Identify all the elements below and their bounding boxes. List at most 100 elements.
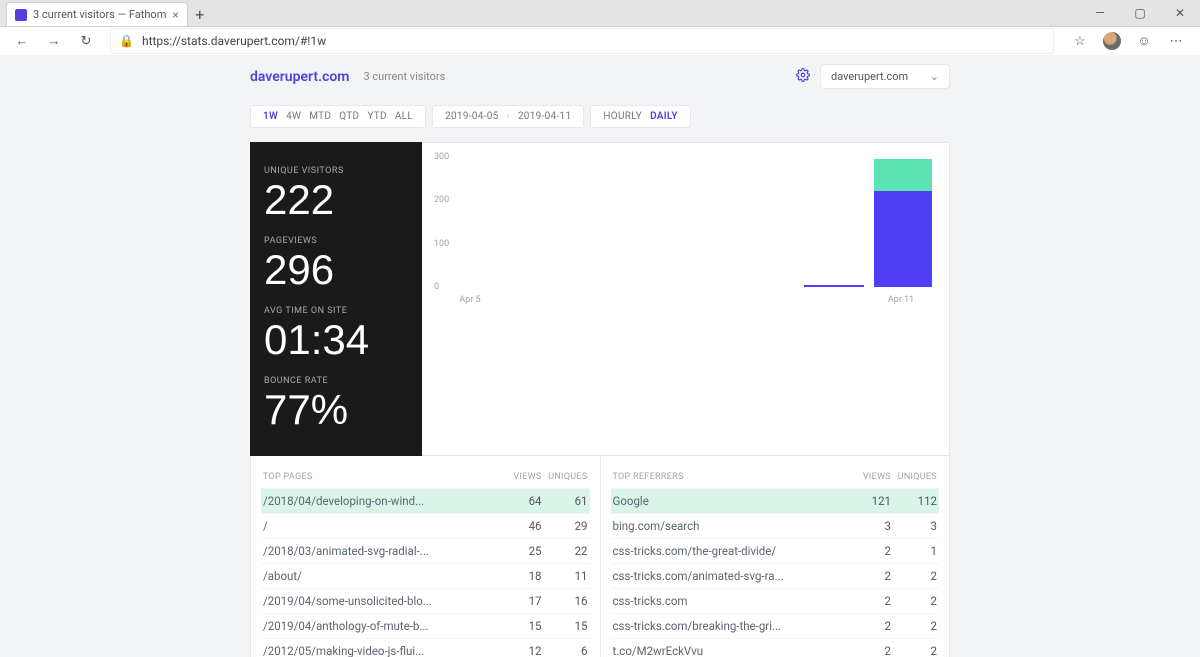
avg-time-value: 01:34 [264,318,408,362]
range-1w[interactable]: 1W [259,110,282,123]
top-referrers-table: TOP REFERRERS VIEWS UNIQUES Google121112… [601,456,950,657]
row-views: 2 [845,644,891,657]
row-uniques: 2 [891,569,937,583]
site-selector[interactable]: daverupert.com ⌄ [820,64,950,89]
y-tick: 200 [434,195,449,205]
top-pages-row[interactable]: /2018/04/developing-on-wind...6461 [261,488,590,513]
feedback-icon[interactable]: ☺ [1132,29,1156,53]
row-name: /2019/04/anthology-of-mute-b... [263,619,496,633]
forward-button[interactable]: → [40,27,68,55]
row-name: /about/ [263,569,496,583]
top-pages-row[interactable]: /about/1811 [261,563,590,588]
pageviews-value: 296 [264,248,408,292]
site-title[interactable]: daverupert.com [250,69,349,85]
top-pages-row[interactable]: /2012/05/making-video-js-flui...126 [261,638,590,657]
top-pages-row[interactable]: /2019/04/some-unsolicited-blo...1716 [261,588,590,613]
chart-panel: 0100200300Apr 5Apr 11 [422,142,950,456]
settings-icon[interactable] [796,68,810,86]
range-mtd[interactable]: MTD [305,110,335,123]
top-referrers-row[interactable]: css-tricks.com/the-great-divide/21 [611,538,940,563]
row-views: 2 [845,619,891,633]
row-uniques: 16 [542,594,588,608]
top-pages-heading: TOP PAGES [263,472,496,482]
row-uniques: 22 [542,544,588,558]
top-pages-table: TOP PAGES VIEWS UNIQUES /2018/04/develop… [251,456,601,657]
lock-icon: 🔒 [119,34,134,48]
row-uniques: 61 [542,494,588,508]
browser-chrome: 3 current visitors — Fathom × + — ▢ ✕ ← … [0,0,1200,46]
more-icon[interactable]: ⋯ [1164,29,1188,53]
y-tick: 300 [434,152,449,162]
date-to: 2019-04-11 [514,110,576,123]
y-tick: 100 [434,239,449,249]
row-uniques: 2 [891,644,937,657]
row-name: css-tricks.com/animated-svg-ra... [613,569,846,583]
profile-avatar[interactable] [1100,29,1124,53]
bounce-rate-value: 77% [264,388,408,432]
row-name: css-tricks.com [613,594,846,608]
row-views: 2 [845,544,891,558]
row-uniques: 1 [891,544,937,558]
row-name: / [263,519,496,533]
range-4w[interactable]: 4W [282,110,305,123]
granularity-daily[interactable]: DAILY [646,110,682,123]
tables-row: TOP PAGES VIEWS UNIQUES /2018/04/develop… [250,456,950,657]
row-name: css-tricks.com/the-great-divide/ [613,544,846,558]
minimize-button[interactable]: — [1080,0,1120,26]
close-window-button[interactable]: ✕ [1160,0,1200,26]
browser-tab[interactable]: 3 current visitors — Fathom × [6,2,188,26]
refresh-button[interactable]: ↻ [72,27,100,55]
chrome-right: ☆ ☺ ⋯ [1064,29,1192,53]
row-name: bing.com/search [613,519,846,533]
top-pages-row[interactable]: /4629 [261,513,590,538]
top-referrers-row[interactable]: bing.com/search33 [611,513,940,538]
top-referrers-uniques-header: UNIQUES [891,472,937,482]
maximize-button[interactable]: ▢ [1120,0,1160,26]
top-referrers-row[interactable]: Google121112 [611,488,940,513]
top-pages-row[interactable]: /2019/04/anthology-of-mute-b...1515 [261,613,590,638]
chart-bar [874,159,932,287]
row-views: 2 [845,569,891,583]
row-views: 64 [496,494,542,508]
back-button[interactable]: ← [8,27,36,55]
favicon-icon [15,9,27,21]
range-all[interactable]: ALL [391,110,417,123]
row-name: /2019/04/some-unsolicited-blo... [263,594,496,608]
date-from: 2019-04-05 [441,110,503,123]
top-pages-uniques-header: UNIQUES [542,472,588,482]
row-views: 25 [496,544,542,558]
row-uniques: 6 [542,644,588,657]
toolbar: 1W 4W MTD QTD YTD ALL 2019-04-05 › 2019-… [250,105,950,128]
new-tab-button[interactable]: + [188,2,212,26]
row-name: /2012/05/making-video-js-flui... [263,644,496,657]
top-referrers-row[interactable]: css-tricks.com/breaking-the-gri...22 [611,613,940,638]
row-uniques: 29 [542,519,588,533]
top-referrers-row[interactable]: css-tricks.com22 [611,588,940,613]
x-tick: Apr 11 [888,295,914,305]
row-views: 18 [496,569,542,583]
top-referrers-row[interactable]: css-tricks.com/animated-svg-ra...22 [611,563,940,588]
range-qtd[interactable]: QTD [335,110,363,123]
top-pages-row[interactable]: /2018/03/animated-svg-radial-...2522 [261,538,590,563]
top-referrers-row[interactable]: t.co/M2wrEckVvu22 [611,638,940,657]
stats-panel: UNIQUE VISITORS 222 PAGEVIEWS 296 AVG TI… [250,142,422,456]
range-ytd[interactable]: YTD [363,110,391,123]
top-referrers-heading: TOP REFERRERS [613,472,846,482]
granularity-picker: HOURLY DAILY [590,105,690,128]
granularity-hourly[interactable]: HOURLY [599,110,646,123]
date-range[interactable]: 2019-04-05 › 2019-04-11 [432,105,584,128]
row-views: 15 [496,619,542,633]
row-views: 46 [496,519,542,533]
top-pages-views-header: VIEWS [496,472,542,482]
chart-bar [804,285,864,287]
favorite-icon[interactable]: ☆ [1068,29,1092,53]
tab-row: 3 current visitors — Fathom × + — ▢ ✕ [0,0,1200,26]
row-views: 2 [845,594,891,608]
url-text: https://stats.daverupert.com/#!1w [142,34,326,48]
address-bar[interactable]: 🔒 https://stats.daverupert.com/#!1w [110,28,1054,54]
y-tick: 0 [434,282,439,292]
close-tab-icon[interactable]: × [172,8,178,22]
pageviews-label: PAGEVIEWS [264,236,408,246]
row-name: Google [613,494,846,508]
row-name: css-tricks.com/breaking-the-gri... [613,619,846,633]
